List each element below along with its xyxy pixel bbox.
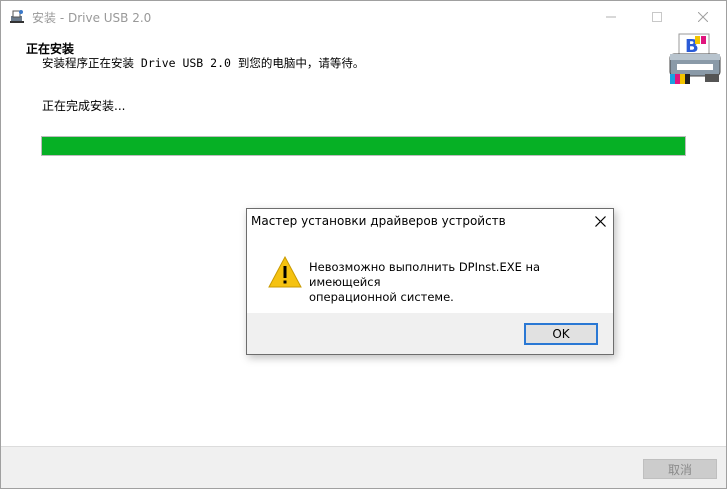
maximize-icon (652, 11, 662, 22)
status-text: 正在完成安装... (42, 99, 126, 113)
window-title: 安装 - Drive USB 2.0 (32, 11, 152, 25)
ok-button[interactable]: OK (524, 323, 598, 345)
printer-logo: B (665, 32, 725, 86)
close-icon (698, 11, 708, 22)
progress-bar (41, 136, 686, 156)
warning-icon (268, 255, 302, 288)
minimize-button[interactable] (588, 1, 634, 32)
dialog-message: Невозможно выполнить DPInst.EXE на имеющ… (309, 260, 599, 305)
title-bar[interactable]: 安装 - Drive USB 2.0 (1, 1, 726, 32)
error-dialog: Мастер установки драйверов устройств Нев… (246, 208, 614, 355)
dialog-title: Мастер установки драйверов устройств (251, 214, 506, 228)
cancel-button[interactable]: 取消 (643, 459, 717, 479)
close-icon (594, 216, 606, 227)
dialog-message-line: Невозможно выполнить DPInst.EXE на имеющ… (309, 260, 541, 289)
bottom-bar (1, 447, 726, 488)
page-subtitle: 安装程序正在安装 Drive USB 2.0 到您的电脑中，请等待。 (42, 56, 365, 70)
progress-fill (42, 137, 685, 155)
maximize-button[interactable] (634, 1, 680, 32)
close-button[interactable] (680, 1, 726, 32)
dialog-close-button[interactable] (586, 209, 614, 234)
installer-icon (9, 8, 25, 24)
minimize-icon (606, 16, 616, 17)
dialog-message-line: операционной системе. (309, 290, 454, 304)
